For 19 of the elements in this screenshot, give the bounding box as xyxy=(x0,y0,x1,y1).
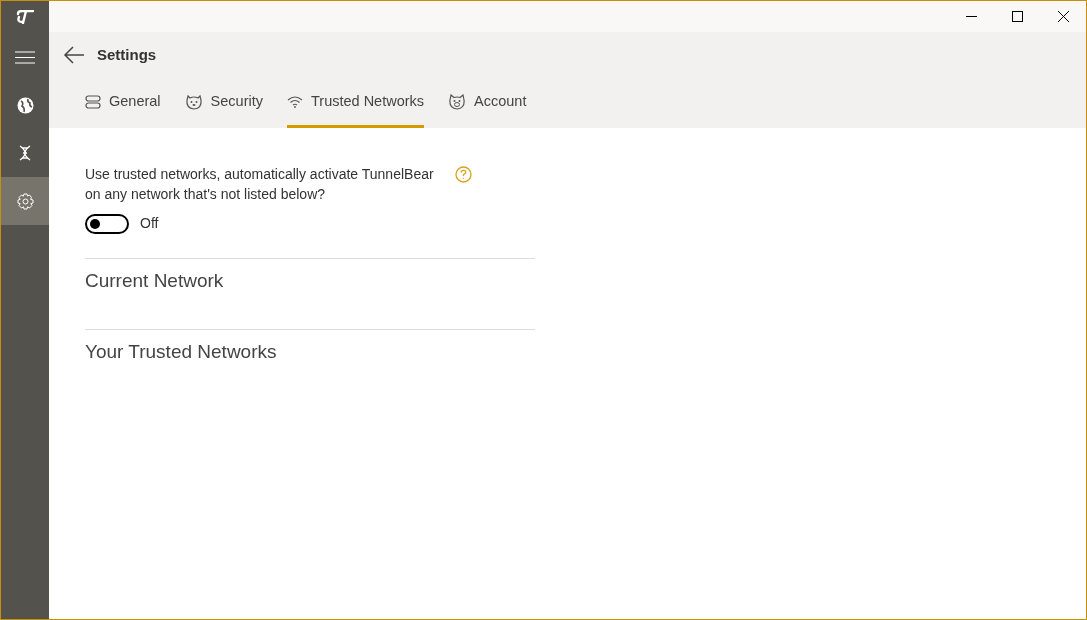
section-heading: Your Trusted Networks xyxy=(85,340,277,364)
menu-icon xyxy=(15,50,35,64)
back-button[interactable] xyxy=(63,45,85,65)
wifi-icon xyxy=(287,95,303,108)
tab[interactable]: Security xyxy=(184,78,263,128)
toggle-switch[interactable] xyxy=(85,213,129,234)
toggles-icon xyxy=(85,94,101,109)
logo-icon xyxy=(16,10,34,24)
section-heading: Current Network xyxy=(85,269,224,293)
minimize-icon xyxy=(965,16,977,17)
toggle-label: Off xyxy=(140,214,159,233)
setting-description: Use trusted networks, automatically activate TunnelBear on any network that's not listed below? xyxy=(85,165,435,204)
page-title: Settings xyxy=(97,44,157,65)
dna-icon xyxy=(19,145,31,161)
maximize-icon xyxy=(1011,11,1023,22)
close-icon xyxy=(1057,11,1069,22)
settings-icon xyxy=(16,192,34,210)
tab[interactable]: Account xyxy=(448,78,527,128)
tab[interactable]: General xyxy=(85,78,161,128)
